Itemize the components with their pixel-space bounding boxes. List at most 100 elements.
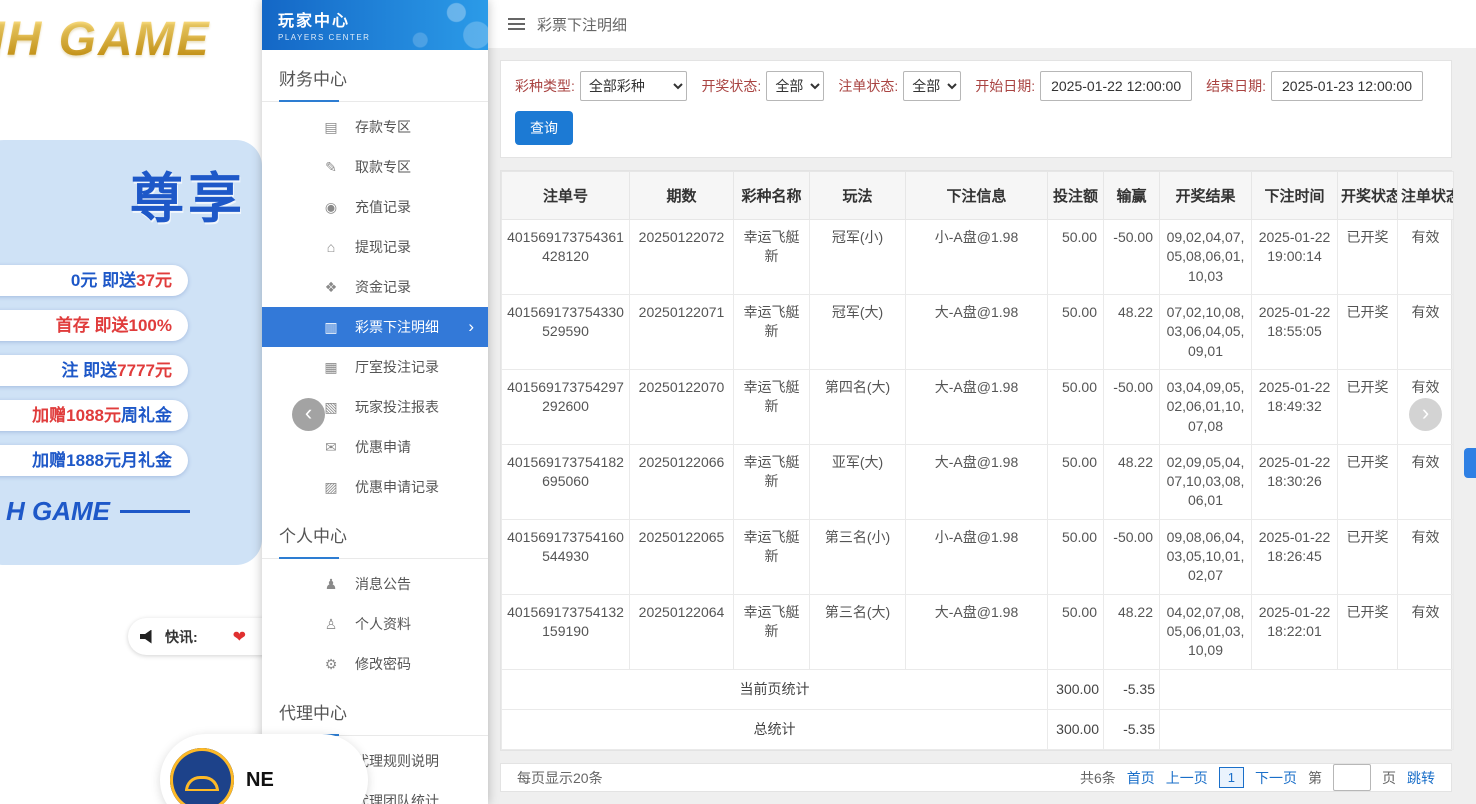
cell-amount: 50.00 bbox=[1047, 593, 1104, 670]
bets-table: 注单号期数彩种名称玩法下注信息投注额输赢开奖结果下注时间开奖状态注单状态 401… bbox=[501, 171, 1454, 751]
sidebar-item[interactable]: ❖ 资金记录 bbox=[262, 267, 488, 307]
col-header-6: 输赢 bbox=[1103, 171, 1160, 220]
cell-result: 04,02,07,08,05,06,01,03,10,09 bbox=[1159, 593, 1252, 670]
cell-bet-info: 大-A盘@1.98 bbox=[905, 293, 1048, 370]
table-row: 401569173754330529590 20250122071 幸运飞艇新 冠军(… bbox=[501, 293, 1454, 370]
carousel-next-icon[interactable]: › bbox=[1409, 398, 1442, 431]
cell-winloss: 48.22 bbox=[1103, 293, 1160, 370]
col-header-10: 注单状态 bbox=[1397, 171, 1454, 220]
sidebar-subtitle: PLAYERS CENTER bbox=[278, 33, 371, 42]
sidebar-title: 玩家中心 bbox=[278, 13, 351, 30]
promo-banner-title: 尊享 bbox=[130, 169, 246, 229]
start-date-input[interactable] bbox=[1040, 71, 1193, 101]
total-summary-row: 总统计 300.00 -5.35 bbox=[501, 708, 1454, 751]
col-header-9: 开奖状态 bbox=[1337, 171, 1398, 220]
lottery-type-select[interactable]: 全部彩种 bbox=[579, 71, 688, 101]
promo-apply-icon: ✉ bbox=[325, 438, 337, 455]
query-button[interactable]: 查询 bbox=[515, 111, 573, 145]
sidebar-item-label: 存款专区 bbox=[355, 119, 411, 135]
lottery-bet-details-icon: ▥ bbox=[324, 318, 338, 335]
menu-toggle-icon[interactable] bbox=[508, 18, 525, 30]
bet-status-select[interactable]: 全部 bbox=[903, 71, 962, 101]
prev-page-link[interactable]: 上一页 bbox=[1166, 768, 1208, 788]
draw-status-select[interactable]: 全部 bbox=[766, 71, 825, 101]
col-header-8: 下注时间 bbox=[1251, 171, 1338, 220]
page-number-input[interactable] bbox=[1333, 764, 1371, 792]
table-row: 401569173754297292600 20250122070 幸运飞艇新 第四名… bbox=[501, 368, 1454, 445]
page-summary-row: 当前页统计 300.00 -5.35 bbox=[501, 668, 1454, 710]
table-row: 401569173754361428120 20250122072 幸运飞艇新 冠军(… bbox=[501, 219, 1454, 295]
recharge-record-icon: ◉ bbox=[324, 198, 338, 215]
sidebar-item[interactable]: ▨ 优惠申请记录 bbox=[262, 467, 488, 507]
sidebar-item-label: 代理团队统计 bbox=[355, 793, 439, 804]
cell-bet-no: 401569173754361428120 bbox=[501, 219, 630, 295]
carousel-prev-icon[interactable]: ‹ bbox=[292, 398, 325, 431]
floating-widget[interactable] bbox=[1464, 448, 1476, 478]
cell-draw-status: 已开奖 bbox=[1337, 443, 1398, 520]
cell-play: 亚军(大) bbox=[809, 443, 906, 520]
cell-period: 20250122071 bbox=[629, 293, 734, 370]
cell-time: 2025-01-22 18:26:45 bbox=[1251, 518, 1338, 595]
cell-draw-status: 已开奖 bbox=[1337, 293, 1398, 370]
sidebar-item-label: 优惠申请 bbox=[355, 439, 411, 455]
promo-pill-list: 0元 即送37元 首存 即送100% 注 即送7777元 加赠1088元周礼金 加赠18… bbox=[0, 265, 188, 476]
cell-time: 2025-01-22 18:22:01 bbox=[1251, 593, 1338, 670]
left-promo-panel: HH GAME 尊享 0元 即送37元首存 即送100% 注 即送7777元加赠1… bbox=[0, 0, 262, 804]
cell-lottery: 幸运飞艇新 bbox=[733, 368, 810, 445]
sidebar-item[interactable]: ▤ 存款专区 bbox=[262, 107, 488, 147]
promo-pill-4: 加赠1888元月礼金 bbox=[0, 445, 188, 476]
ticker-label: 快讯: bbox=[165, 628, 198, 645]
sidebar-item[interactable]: ♙ 个人资料 bbox=[262, 604, 488, 644]
summary-label: 总统计 bbox=[501, 708, 1048, 751]
sidebar-item-label: 提现记录 bbox=[355, 239, 411, 255]
sidebar-item-label: 彩票下注明细 bbox=[355, 319, 439, 335]
page-prefix-label: 第 bbox=[1308, 769, 1322, 786]
topbar: 彩票下注明细 bbox=[488, 0, 1476, 48]
jump-link[interactable]: 跳转 bbox=[1407, 768, 1435, 788]
promo-pill-text: 7777元 bbox=[117, 361, 172, 380]
sidebar-item-label: 修改密码 bbox=[355, 656, 411, 672]
sidebar-item[interactable]: ✎ 取款专区 bbox=[262, 147, 488, 187]
cell-lottery: 幸运飞艇新 bbox=[733, 293, 810, 370]
cell-winloss: 48.22 bbox=[1103, 593, 1160, 670]
table-row: 401569173754160544930 20250122065 幸运飞艇新 第三名… bbox=[501, 518, 1454, 595]
col-header-0: 注单号 bbox=[501, 171, 630, 220]
sidebar-item[interactable]: ✉ 优惠申请 bbox=[262, 427, 488, 467]
sidebar-item-label: 代理规则说明 bbox=[355, 753, 439, 769]
cell-time: 2025-01-22 18:30:26 bbox=[1251, 443, 1338, 520]
end-date-label: 结束日期: bbox=[1206, 78, 1266, 94]
filter-panel: 彩种类型: 全部彩种 开奖状态: 全部 注单状态: 全部 开始日期: 结束日期:… bbox=[500, 60, 1452, 158]
table-row: 401569173754182695060 20250122066 幸运飞艇新 亚军(… bbox=[501, 443, 1454, 520]
summary-label: 当前页统计 bbox=[501, 668, 1048, 710]
cell-bet-no: 401569173754160544930 bbox=[501, 518, 630, 595]
promo-pill-text: 加赠1888元月礼金 bbox=[32, 451, 172, 470]
sidebar-item[interactable]: ⚙ 修改密码 bbox=[262, 644, 488, 684]
bet-status-label: 注单状态: bbox=[838, 78, 899, 94]
bridge-shape bbox=[185, 775, 219, 791]
news-ticker: 快讯: ❤ bbox=[128, 618, 262, 655]
col-header-5: 投注额 bbox=[1047, 171, 1104, 220]
summary-winloss: -5.35 bbox=[1103, 668, 1160, 710]
next-page-link[interactable]: 下一页 bbox=[1255, 768, 1297, 788]
sidebar-item-label: 取款专区 bbox=[355, 159, 411, 175]
promo-pill-text: 加赠1088元 bbox=[32, 406, 121, 425]
cell-bet-no: 401569173754297292600 bbox=[501, 368, 630, 445]
sidebar-item[interactable]: ⌂ 提现记录 bbox=[262, 227, 488, 267]
promo-footer-logo: H GAME bbox=[6, 496, 110, 526]
sidebar-item[interactable]: ▥ 彩票下注明细 › bbox=[262, 307, 488, 347]
first-page-link[interactable]: 首页 bbox=[1127, 768, 1155, 788]
promo-pill-text: 首存 即送100% bbox=[55, 316, 172, 335]
main-content: 彩票下注明细 彩种类型: 全部彩种 开奖状态: 全部 注单状态: 全部 开始日期… bbox=[488, 0, 1476, 804]
cell-result: 03,04,09,05,02,06,01,10,07,08 bbox=[1159, 368, 1252, 445]
cell-draw-status: 已开奖 bbox=[1337, 518, 1398, 595]
sidebar-item[interactable]: ♟ 消息公告 bbox=[262, 564, 488, 604]
sidebar-section-title-1: 个人中心 bbox=[262, 507, 488, 559]
cell-lottery: 幸运飞艇新 bbox=[733, 443, 810, 520]
sidebar-item[interactable]: ▦ 厅室投注记录 bbox=[262, 347, 488, 387]
current-page-badge[interactable]: 1 bbox=[1218, 767, 1244, 789]
summary-empty bbox=[1159, 708, 1454, 751]
cell-draw-status: 已开奖 bbox=[1337, 593, 1398, 670]
cell-bet-no: 401569173754182695060 bbox=[501, 443, 630, 520]
end-date-input[interactable] bbox=[1271, 71, 1423, 101]
sidebar-item[interactable]: ◉ 充值记录 bbox=[262, 187, 488, 227]
